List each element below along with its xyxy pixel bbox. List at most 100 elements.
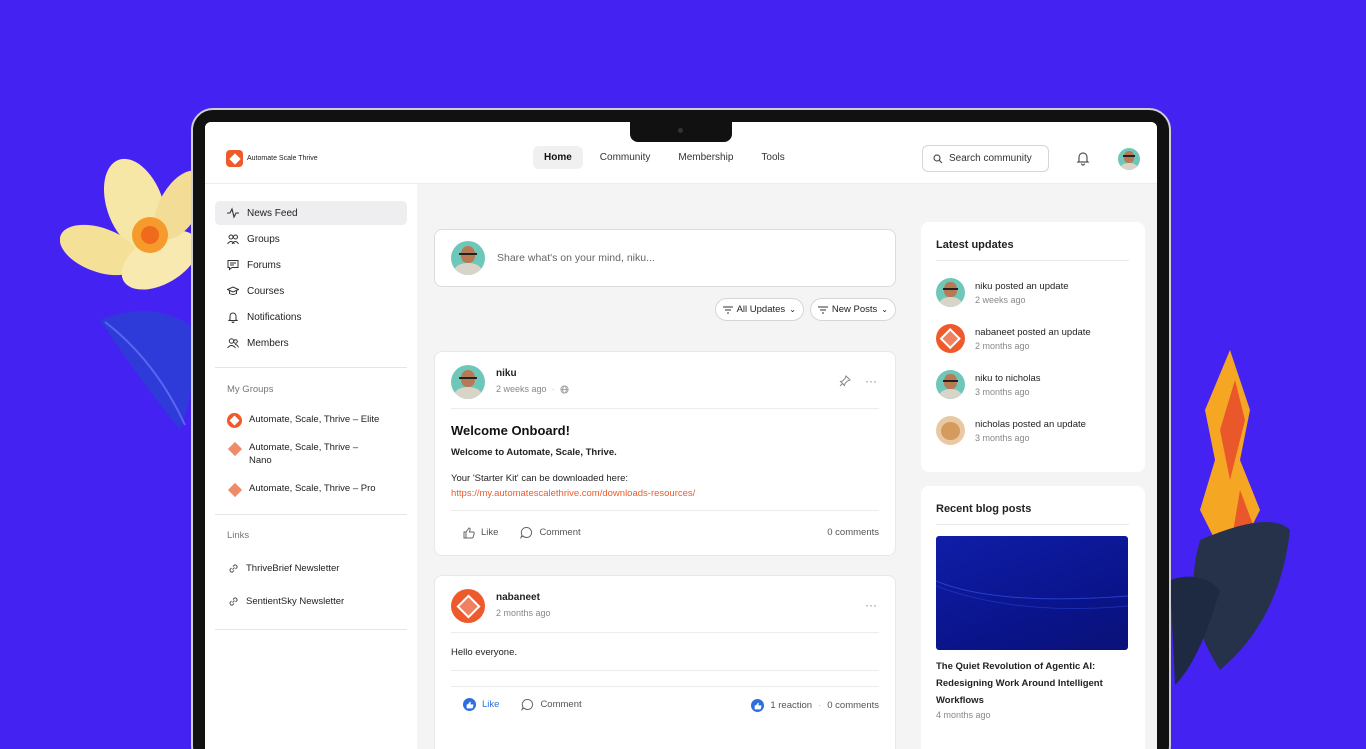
post-time-text: 2 weeks ago — [496, 384, 547, 394]
comment-label: Comment — [540, 699, 582, 710]
sidebar-item-notifications[interactable]: Notifications — [215, 305, 407, 329]
post-card: nabaneet 2 months ago ··· Hello everyone… — [434, 575, 896, 749]
update-time: 3 months ago — [975, 432, 1030, 443]
flower-right-decoration — [1170, 350, 1290, 685]
sidebar-item-label: Courses — [247, 285, 285, 297]
latest-updates-title: Latest updates — [936, 239, 1014, 251]
card-divider — [936, 260, 1129, 261]
update-item[interactable]: nabaneet posted an update 2 months ago — [936, 324, 1091, 353]
sidebar-item-label: Forums — [247, 259, 281, 271]
logo-mark-icon — [226, 150, 243, 167]
link-sentientsky[interactable]: SentientSky Newsletter — [227, 595, 344, 608]
reaction-icon — [751, 699, 765, 712]
link-thrivebrief[interactable]: ThriveBrief Newsletter — [227, 562, 339, 575]
comment-button[interactable]: Comment — [520, 526, 581, 539]
comments-count[interactable]: 0 comments — [827, 527, 879, 538]
more-options-icon[interactable]: ··· — [865, 598, 877, 612]
compose-box[interactable]: Share what's on your mind, niku... — [434, 229, 896, 287]
comment-icon — [521, 698, 534, 711]
comment-button[interactable]: Comment — [521, 698, 582, 711]
post-author: niku 2 weeks ago · — [451, 365, 569, 399]
update-time: 2 months ago — [975, 340, 1030, 351]
flower-left-decoration — [60, 158, 206, 430]
post-link[interactable]: https://my.automatescalethrive.com/downl… — [451, 488, 695, 499]
group-elite-icon — [227, 413, 242, 428]
search-icon — [933, 153, 943, 163]
sidebar-item-courses[interactable]: Courses — [215, 279, 407, 303]
sidebar-item-label: Members — [247, 337, 289, 349]
news-feed: Share what's on your mind, niku... All U… — [417, 184, 909, 749]
sidebar-divider — [215, 629, 407, 630]
user-avatar[interactable] — [1118, 148, 1140, 170]
update-text: nicholas posted an update — [975, 418, 1086, 430]
blog-post-time: 4 months ago — [936, 710, 991, 720]
all-updates-filter[interactable]: All Updates ⌄ — [714, 298, 804, 321]
search-button[interactable]: Search community — [922, 145, 1049, 172]
like-button[interactable]: Like — [463, 526, 499, 539]
blog-post-title[interactable]: The Quiet Revolution of Agentic AI: Rede… — [936, 658, 1126, 709]
bell-icon[interactable] — [1075, 150, 1091, 166]
update-item[interactable]: nicholas posted an update 3 months ago — [936, 416, 1086, 445]
like-button[interactable]: Like — [463, 698, 499, 711]
recent-blog-card: Recent blog posts The Quiet Revolution o… — [921, 486, 1145, 749]
update-text: niku posted an update — [975, 280, 1069, 292]
update-time: 2 weeks ago — [975, 294, 1026, 305]
brand-name: Automate Scale Thrive — [247, 155, 318, 162]
blog-post-image[interactable] — [936, 536, 1128, 650]
sidebar-item-members[interactable]: Members — [215, 331, 407, 355]
forums-icon — [227, 260, 239, 271]
feed-filters: All Updates ⌄ New Posts ⌄ — [714, 298, 896, 321]
more-options-icon[interactable]: ··· — [865, 374, 877, 388]
sidebar-item-label: News Feed — [247, 207, 298, 219]
main-nav: Home Community Membership Tools — [533, 146, 796, 169]
recent-blog-title: Recent blog posts — [936, 503, 1032, 515]
like-label: Like — [481, 527, 499, 538]
group-item-pro[interactable]: Automate, Scale, Thrive – Pro — [227, 482, 397, 497]
comments-count[interactable]: 0 comments — [827, 700, 879, 711]
group-item-label: Automate, Scale, Thrive – Pro — [249, 483, 376, 494]
filter-icon — [817, 306, 828, 313]
update-item[interactable]: niku to nicholas 3 months ago — [936, 370, 1040, 399]
sidebar-item-news-feed[interactable]: News Feed — [215, 201, 407, 225]
group-item-nano[interactable]: Automate, Scale, Thrive – Nano — [227, 441, 397, 467]
brand-logo[interactable]: Automate Scale Thrive — [226, 150, 318, 167]
post-time: 2 months ago — [496, 608, 551, 618]
camera-notch — [630, 122, 732, 142]
group-item-elite[interactable]: Automate, Scale, Thrive – Elite — [227, 413, 397, 428]
dot-separator: · — [551, 384, 555, 394]
reactions-count[interactable]: 1 reaction — [770, 700, 812, 711]
dot-separator: · — [818, 700, 822, 711]
post-divider — [451, 408, 879, 409]
author-name[interactable]: niku — [496, 368, 569, 379]
post-text: Your 'Starter Kit' can be downloaded her… — [451, 473, 629, 484]
group-nano-icon — [227, 441, 242, 456]
update-avatar — [936, 324, 965, 353]
author-name[interactable]: nabaneet — [496, 592, 551, 603]
post-bold-text: Welcome to Automate, Scale, Thrive. — [451, 447, 617, 458]
sidebar-divider — [215, 367, 407, 368]
new-posts-filter[interactable]: New Posts ⌄ — [809, 298, 896, 321]
post-title: Welcome Onboard! — [451, 423, 570, 438]
sidebar: News Feed Groups Forums Courses Notifica… — [205, 184, 417, 749]
author-avatar[interactable] — [451, 365, 485, 399]
sidebar-item-groups[interactable]: Groups — [215, 227, 407, 251]
post-text: Hello everyone. — [451, 647, 518, 658]
nav-membership[interactable]: Membership — [667, 146, 744, 169]
update-item[interactable]: niku posted an update 2 weeks ago — [936, 278, 1069, 307]
nav-home[interactable]: Home — [533, 146, 583, 169]
groups-icon — [227, 234, 239, 245]
nav-community[interactable]: Community — [589, 146, 662, 169]
post-author: nabaneet 2 months ago — [451, 589, 551, 623]
filter-label: New Posts — [831, 304, 878, 315]
group-item-label: Automate, Scale, Thrive – Elite — [249, 414, 380, 425]
pin-icon[interactable] — [839, 375, 851, 387]
courses-icon — [227, 286, 239, 295]
chevron-down-icon: ⌄ — [789, 305, 796, 314]
sidebar-divider — [215, 514, 407, 515]
author-avatar[interactable] — [451, 589, 485, 623]
nav-tools[interactable]: Tools — [750, 146, 795, 169]
bell-icon — [227, 312, 239, 323]
sidebar-item-forums[interactable]: Forums — [215, 253, 407, 277]
update-text: niku to nicholas — [975, 372, 1041, 384]
card-divider — [936, 524, 1129, 525]
